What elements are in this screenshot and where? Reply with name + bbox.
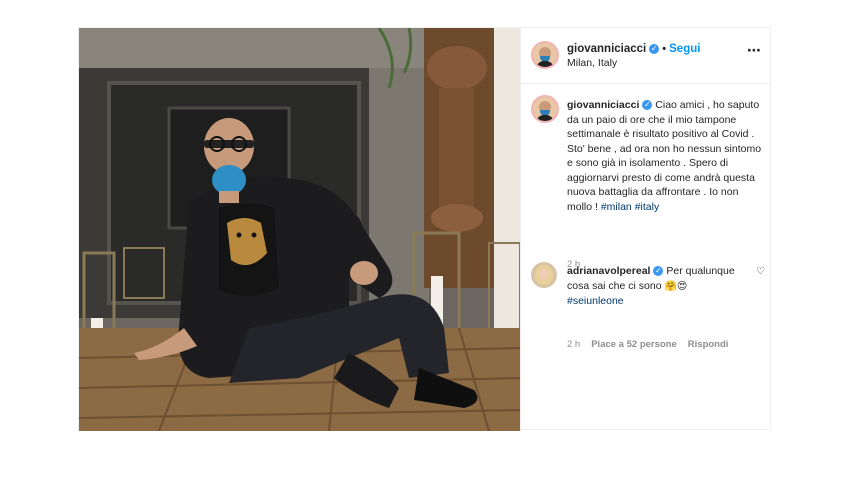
verified-badge-icon: ✓ xyxy=(649,44,660,54)
reply-button[interactable]: Rispondi xyxy=(688,339,729,350)
author-username[interactable]: giovanniciacci xyxy=(567,43,646,55)
verified-badge-icon: ✓ xyxy=(642,100,653,110)
like-comment-heart-icon[interactable]: ♡ xyxy=(756,266,765,277)
post-header: giovanniciacci ✓ • Segui Milan, Italy ⋯ xyxy=(521,28,772,84)
follow-button[interactable]: Segui xyxy=(669,43,700,55)
caption-avatar[interactable] xyxy=(531,95,559,123)
comment-username[interactable]: adrianavolpereal xyxy=(567,265,650,277)
commenter-avatar[interactable] xyxy=(531,262,557,288)
post-photo-image xyxy=(79,28,520,431)
verified-badge-icon: ✓ xyxy=(653,266,664,276)
comment-emojis: 🤗😍 xyxy=(664,280,688,292)
post-photo[interactable] xyxy=(79,28,520,431)
comment-text-block: adrianavolpereal ✓ Per qualunque cosa sai… xyxy=(567,264,745,309)
author-line: giovanniciacci ✓ • Segui xyxy=(567,43,700,55)
caption-text-block: giovanniciacci ✓ Ciao amici , ho saputo d… xyxy=(567,98,763,214)
caption-text: Ciao amici , ho saputo da un paio di ore… xyxy=(567,99,762,213)
comment-hashtag-link[interactable]: #seiunleone xyxy=(567,295,624,307)
instagram-post: giovanniciacci ✓ • Segui Milan, Italy ⋯ gio… xyxy=(78,27,772,431)
hashtag-link[interactable]: #milan xyxy=(601,201,632,213)
post-location[interactable]: Milan, Italy xyxy=(567,57,617,69)
comment-timestamp[interactable]: 2 h xyxy=(567,339,580,350)
comment-likes-count[interactable]: Piace a 52 persone xyxy=(591,339,677,350)
separator-dot: • xyxy=(662,43,667,55)
more-options-icon[interactable]: ⋯ xyxy=(747,42,762,59)
comment-meta: 2 h Piace a 52 persone Rispondi xyxy=(567,339,739,350)
author-avatar[interactable] xyxy=(531,41,559,69)
post-side-panel: giovanniciacci ✓ • Segui Milan, Italy ⋯ gio… xyxy=(520,28,772,431)
caption-username[interactable]: giovanniciacci xyxy=(567,99,639,111)
hashtag-link[interactable]: #italy xyxy=(635,201,660,213)
